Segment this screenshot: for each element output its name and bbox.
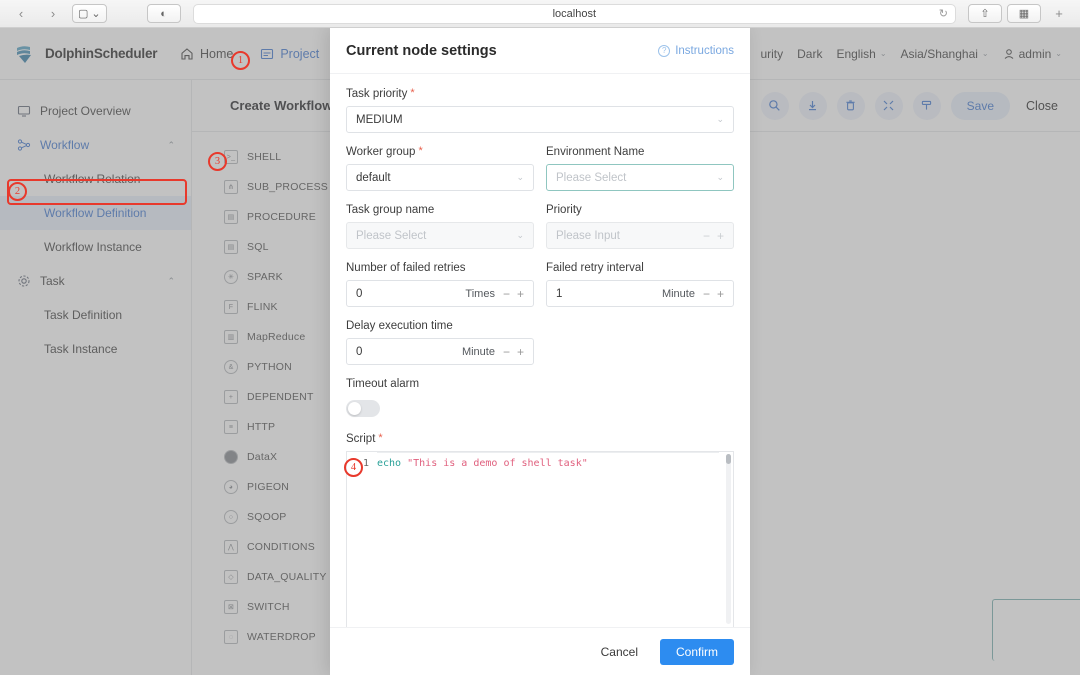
reader-icon: ◐ [160,7,167,20]
task-priority-value: MEDIUM [356,113,403,126]
chevron-down-icon: ⌄ [716,114,724,124]
tab-grid-icon: ▦ [1018,8,1030,20]
editor-divider [377,452,719,453]
priority-input[interactable]: Please Input − + [546,222,734,249]
task-group-name-placeholder: Please Select [356,229,427,242]
browser-back-button[interactable]: ‹ [8,4,34,23]
environment-name-placeholder: Please Select [556,171,627,184]
environment-name-label: Environment Name [546,146,734,158]
marker-number: 1 [237,55,244,66]
priority-label: Priority [546,204,734,216]
retry-interval-decrement-button[interactable]: − [703,287,710,301]
annotation-marker-3: 3 [208,152,227,171]
failed-retries-increment-button[interactable]: + [517,287,524,301]
failed-retries-label: Number of failed retries [346,262,534,274]
reload-icon[interactable]: ↻ [939,7,948,20]
reader-mode-button[interactable]: ◐ [146,4,181,23]
share-icon: ⇧ [980,8,990,20]
script-label: Script * [346,432,734,446]
sidebar-panel-icon: ▢ [78,8,89,20]
timeout-alarm-toggle[interactable] [346,400,380,417]
worker-group-label: Worker group * [346,145,534,159]
label-text: Environment Name [546,146,645,158]
failed-retries-value: 0 [356,287,363,300]
annotation-marker-2: 2 [8,182,27,201]
dialog-header: Current node settings ? Instructions [330,28,750,74]
chevron-down-icon: ⌄ [716,172,724,182]
priority-decrement-button[interactable]: − [703,229,710,243]
dialog-footer: Cancel Confirm [330,627,750,675]
delay-execution-label: Delay execution time [346,320,534,332]
confirm-button[interactable]: Confirm [659,638,734,665]
failed-retries-decrement-button[interactable]: − [503,287,510,301]
cancel-button[interactable]: Cancel [589,639,650,665]
editor-scrollbar-thumb[interactable] [726,454,731,464]
share-button[interactable]: ⇧ [968,4,1002,23]
instructions-link[interactable]: ? Instructions [658,44,734,57]
delay-execution-decrement-button[interactable]: − [503,345,510,359]
failed-retries-unit: Times [465,287,495,300]
code-string: "This is a demo of shell task" [401,458,588,469]
label-text: Failed retry interval [546,262,644,274]
delay-execution-increment-button[interactable]: + [517,345,524,359]
script-editor[interactable]: 1 echo "This is a demo of shell task" [346,451,734,627]
browser-forward-button[interactable]: › [40,4,66,23]
task-group-name-label: Task group name [346,204,534,216]
chevron-down-icon: ⌄ [91,8,101,20]
browser-toolbar: ‹ › ▢ ⌄ ◐ localhost ↻ ⇧ ▦ + [0,0,1080,28]
dialog-body: Task priority * MEDIUM ⌄ Worker group * … [330,74,750,627]
label-text: Delay execution time [346,320,453,332]
chevron-down-icon: ⌄ [516,172,524,182]
label-text: Task priority [346,88,408,100]
label-text: Number of failed retries [346,262,466,274]
failed-retries-input[interactable]: 0 Times − + [346,280,534,307]
retry-interval-input[interactable]: 1 Minute − + [546,280,734,307]
url-text: localhost [552,7,597,20]
timeout-alarm-label: Timeout alarm [346,378,734,390]
delay-execution-unit: Minute [461,345,495,358]
chevron-down-icon: ⌄ [516,230,524,240]
retry-interval-increment-button[interactable]: + [717,287,724,301]
marker-number: 4 [350,462,357,473]
label-text: Script [346,433,376,445]
label-text: Task group name [346,204,435,216]
new-tab-button[interactable]: + [1046,4,1072,23]
required-marker: * [410,87,415,99]
code-keyword: echo [377,458,402,469]
marker-number: 2 [14,186,21,197]
sidebar-toggle-button[interactable]: ▢ ⌄ [72,4,107,23]
instructions-label: Instructions [675,44,734,57]
label-text: Timeout alarm [346,378,420,390]
label-text: Priority [546,204,582,216]
priority-increment-button[interactable]: + [717,229,724,243]
required-marker: * [418,145,423,157]
node-settings-dialog: Current node settings ? Instructions Tas… [330,28,750,675]
priority-placeholder: Please Input [556,229,620,242]
dialog-title: Current node settings [346,42,497,59]
retry-interval-value: 1 [556,287,563,300]
cancel-label: Cancel [600,644,638,659]
task-priority-label: Task priority * [346,87,734,101]
environment-name-select[interactable]: Please Select ⌄ [546,164,734,191]
annotation-marker-1: 1 [231,51,250,70]
worker-group-value: default [356,171,391,184]
required-marker: * [378,432,383,444]
retry-interval-unit: Minute [661,287,695,300]
retry-interval-label: Failed retry interval [546,262,734,274]
marker-number: 3 [214,156,221,167]
worker-group-select[interactable]: default ⌄ [346,164,534,191]
task-group-name-select[interactable]: Please Select ⌄ [346,222,534,249]
label-text: Worker group [346,146,416,158]
task-priority-select[interactable]: MEDIUM ⌄ [346,106,734,133]
script-code: echo "This is a demo of shell task" [377,456,588,471]
annotation-highlight-workflow-definition [7,179,187,205]
delay-execution-input[interactable]: 0 Minute − + [346,338,534,365]
annotation-marker-4: 4 [344,458,363,477]
confirm-label: Confirm [675,644,718,659]
question-circle-icon: ? [658,44,671,57]
delay-execution-value: 0 [356,345,363,358]
editor-scrollbar-track[interactable] [726,454,731,624]
address-bar[interactable]: localhost ↻ [192,3,956,24]
tab-overview-button[interactable]: ▦ [1007,4,1041,23]
